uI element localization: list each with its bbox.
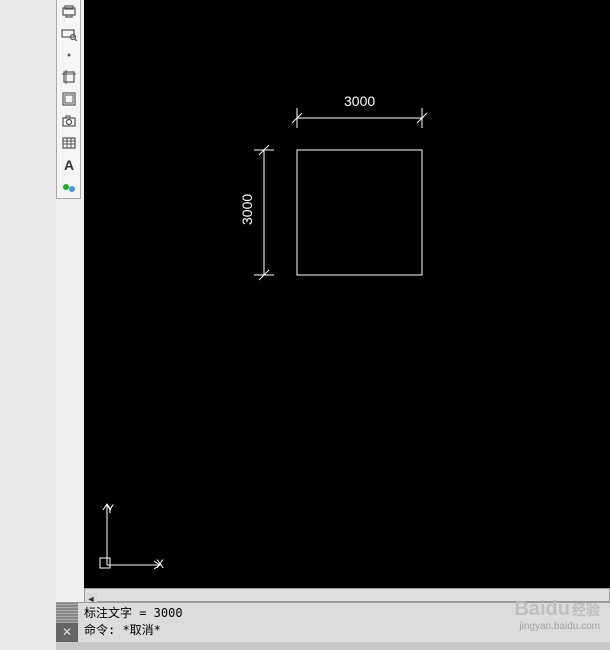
- dimension-horizontal-text: 3000: [344, 93, 375, 109]
- tool-plot-preview[interactable]: [57, 22, 80, 44]
- status-bar: [56, 642, 610, 650]
- ucs-x-label: X: [156, 557, 164, 571]
- svg-text:A: A: [63, 157, 73, 173]
- tool-crop-frame[interactable]: [57, 88, 80, 110]
- tool-crop-rect[interactable]: [57, 66, 80, 88]
- command-line-2: 命令: *取消*: [84, 622, 604, 639]
- circles-icon: [61, 179, 77, 195]
- command-line-1: 标注文字 = 3000: [84, 605, 604, 622]
- plot-icon: [61, 3, 77, 19]
- toolbar: A: [56, 0, 81, 199]
- point-icon: [61, 47, 77, 63]
- crop-frame-icon: [61, 91, 77, 107]
- drawing-svg: [84, 0, 610, 588]
- horizontal-scrollbar[interactable]: ◄: [84, 588, 610, 602]
- plot-preview-icon: [61, 25, 77, 41]
- command-text[interactable]: 标注文字 = 3000 命令: *取消*: [78, 603, 610, 642]
- table-icon: [61, 135, 77, 151]
- dimension-vertical-text: 3000: [239, 194, 255, 225]
- tool-circles[interactable]: [57, 176, 80, 198]
- tool-text[interactable]: A: [57, 154, 80, 176]
- tool-point[interactable]: [57, 44, 80, 66]
- command-window: ✕ 标注文字 = 3000 命令: *取消*: [56, 602, 610, 642]
- drawing-canvas[interactable]: 3000 3000 Y X: [84, 0, 610, 588]
- crop-rect-icon: [61, 69, 77, 85]
- tool-table[interactable]: [57, 132, 80, 154]
- left-gutter: [0, 0, 56, 650]
- ucs-y-label: Y: [106, 502, 114, 516]
- camera-icon: [61, 113, 77, 129]
- command-handle[interactable]: ✕: [56, 603, 78, 642]
- tool-camera[interactable]: [57, 110, 80, 132]
- grip-icon: [56, 603, 78, 623]
- command-close-button[interactable]: ✕: [56, 623, 78, 643]
- tool-plot[interactable]: [57, 0, 80, 22]
- text-icon: A: [61, 157, 77, 173]
